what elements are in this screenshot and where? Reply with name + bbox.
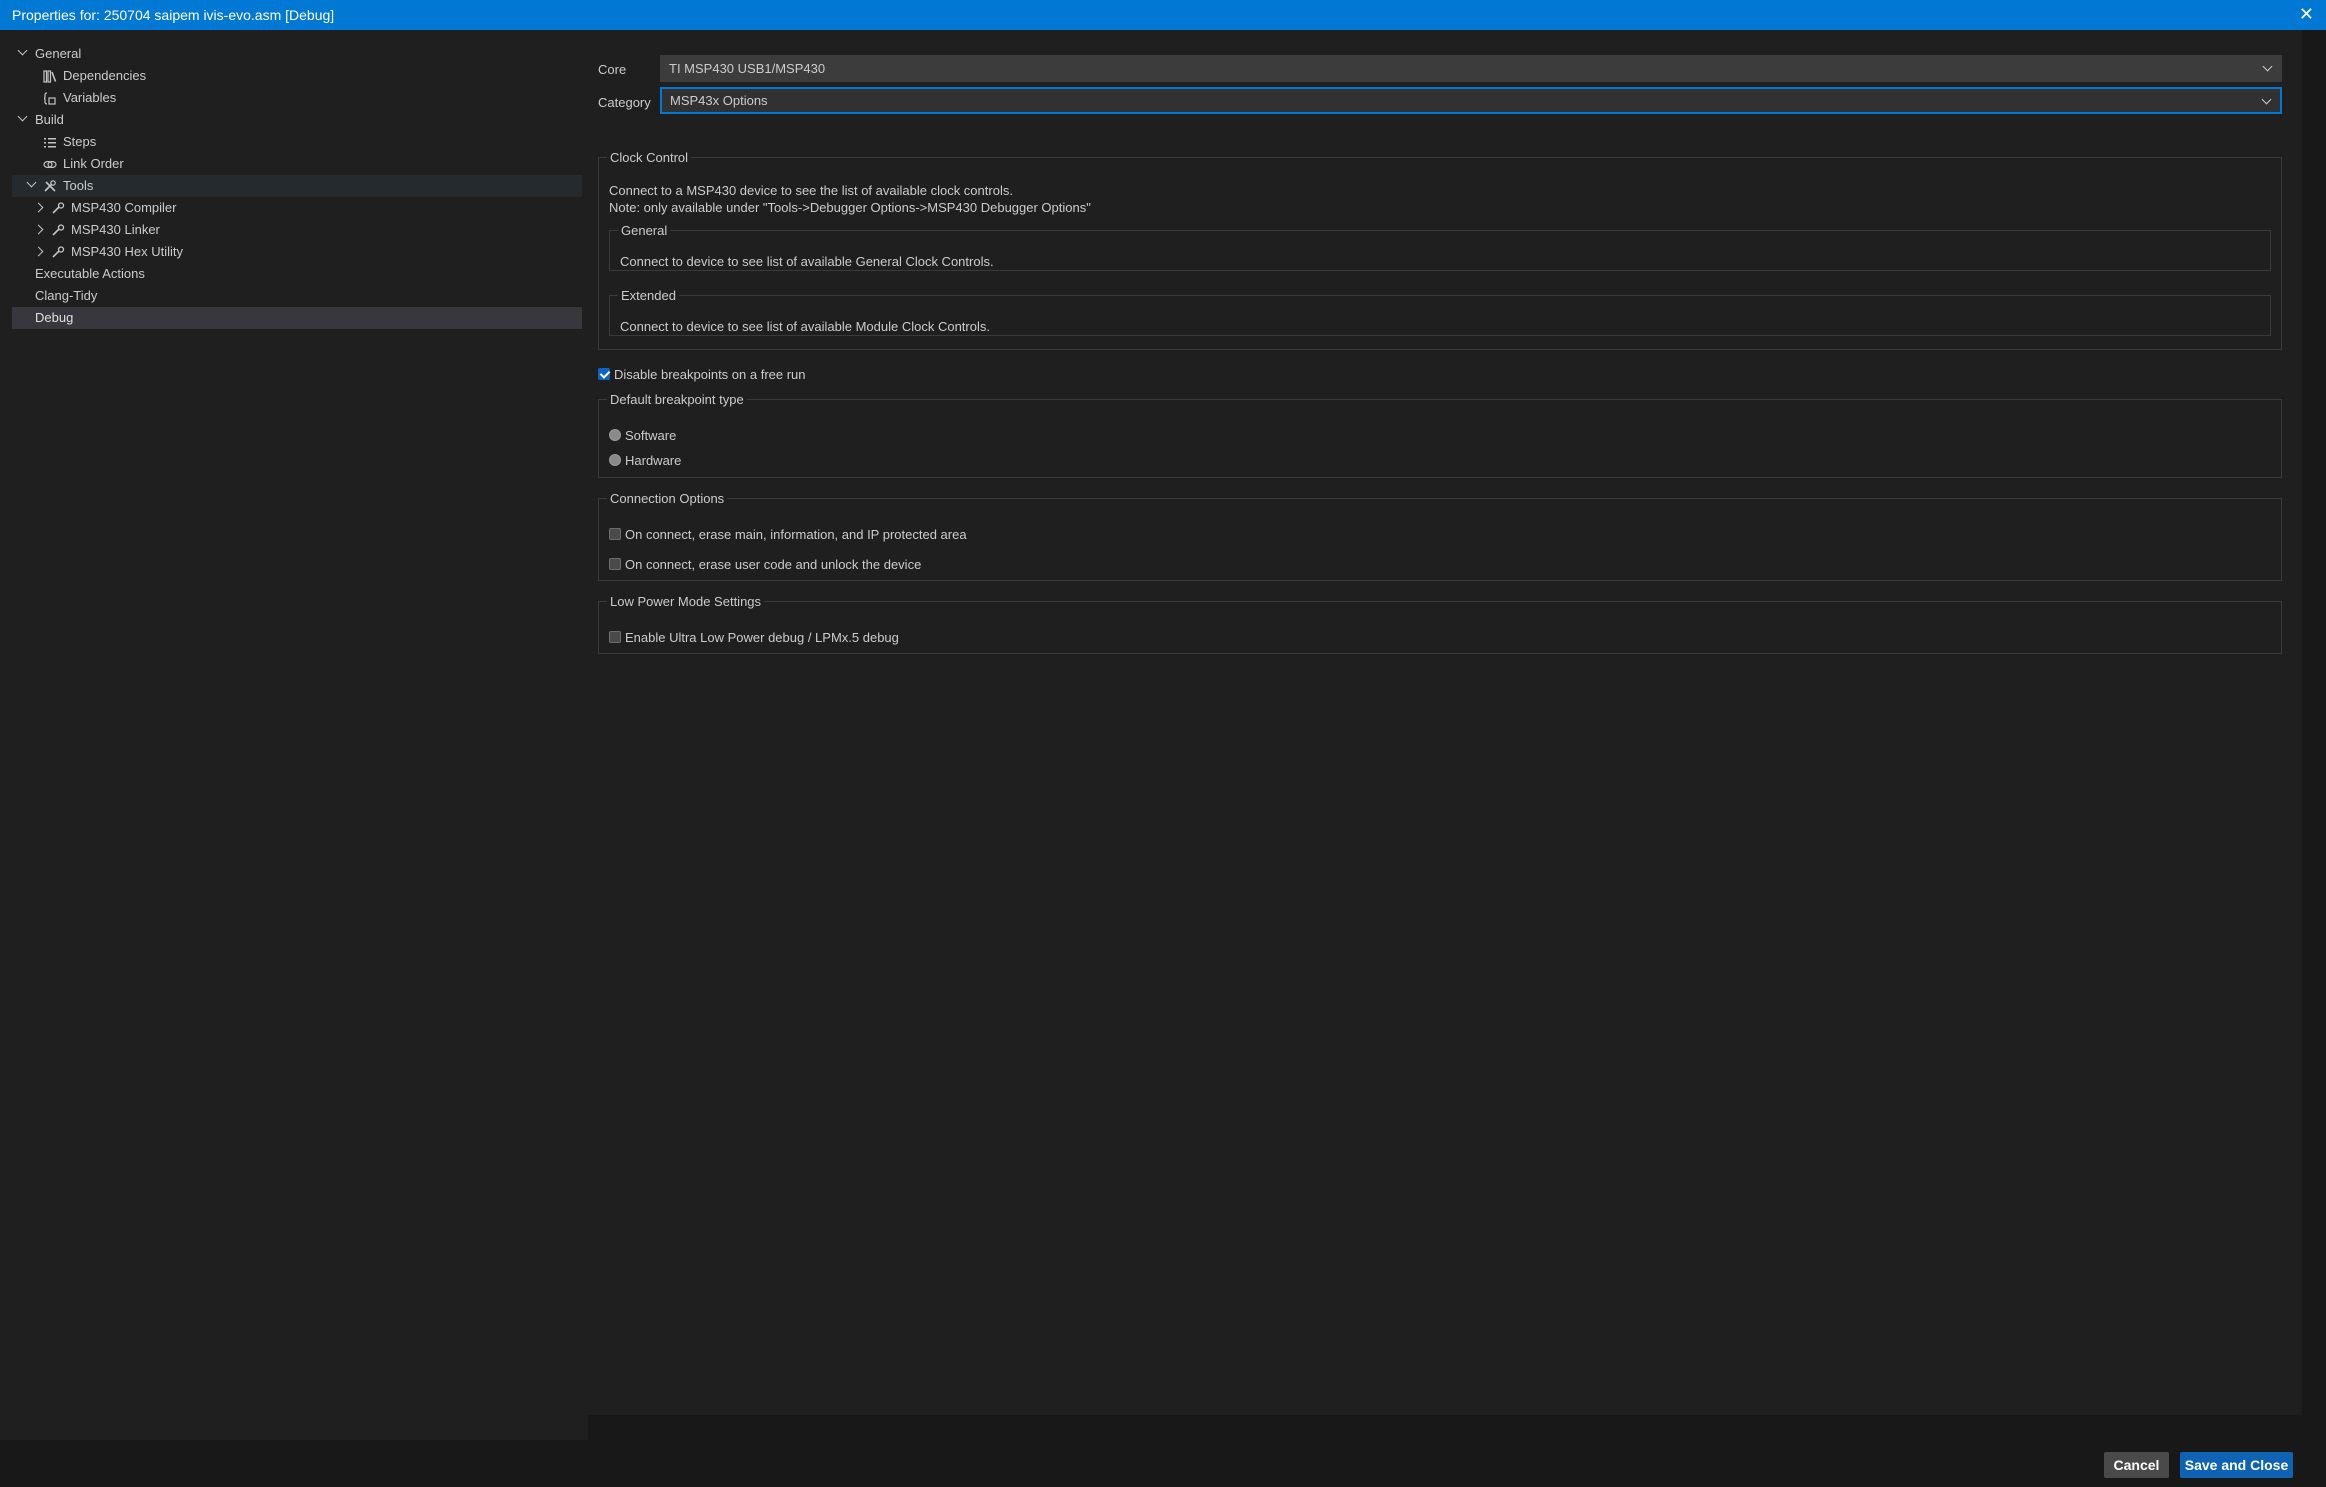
tree-item-label: Build: [35, 112, 64, 127]
clock-general-group: General Connect to device to see list of…: [609, 223, 2271, 271]
disable-breakpoints-checkbox[interactable]: [598, 368, 610, 380]
clock-control-info: Connect to a MSP430 device to see the li…: [609, 183, 1013, 198]
hardware-radio[interactable]: [609, 454, 621, 466]
ulp-debug-label[interactable]: Enable Ultra Low Power debug / LPMx.5 de…: [625, 630, 899, 645]
software-radio[interactable]: [609, 429, 621, 441]
clock-control-legend: Clock Control: [610, 150, 689, 165]
tree-item-label: MSP430 Compiler: [71, 200, 177, 215]
cancel-button[interactable]: Cancel: [2104, 1452, 2169, 1478]
tree-item-clang-tidy[interactable]: Clang-Tidy: [12, 285, 582, 307]
wrench-icon: [52, 246, 65, 258]
clock-general-legend: General: [621, 223, 668, 238]
tree-item-label: Dependencies: [63, 68, 147, 83]
debug-properties-panel: Core TI MSP430 USB1/MSP430 Category MSP4…: [588, 30, 2302, 1415]
sidebar-tree: General Dependencies Variables Build Ste…: [0, 30, 588, 1440]
chevron-down-icon: [2261, 94, 2272, 105]
tree-item-label: Tools: [63, 178, 94, 193]
erase-main-checkbox[interactable]: [609, 528, 621, 540]
connection-options-group: Connection Options On connect, erase mai…: [598, 491, 2282, 581]
tree-item-executable-actions[interactable]: Executable Actions: [12, 263, 582, 285]
chevron-down-icon[interactable]: [17, 45, 28, 56]
chevron-right-icon[interactable]: [33, 246, 44, 257]
clock-extended-legend: Extended: [621, 288, 676, 303]
list-icon: [44, 138, 56, 148]
core-select[interactable]: TI MSP430 USB1/MSP430: [660, 55, 2282, 82]
clock-control-note: Note: only available under "Tools->Debug…: [609, 200, 1091, 215]
link-icon: [43, 160, 57, 169]
chevron-right-icon[interactable]: [33, 224, 44, 235]
chevron-down-icon[interactable]: [26, 177, 37, 188]
category-select-value: MSP43x Options: [670, 93, 768, 108]
tools-icon: [44, 180, 56, 192]
tree-item-label: Debug: [35, 310, 74, 325]
wrench-icon: [52, 202, 65, 214]
variable-icon: [43, 92, 56, 105]
tree-item-label: MSP430 Linker: [71, 222, 160, 237]
hardware-radio-label[interactable]: Hardware: [625, 453, 681, 468]
chevron-down-icon[interactable]: [17, 111, 28, 122]
title-bar: Properties for: 250704 saipem ivis-evo.a…: [0, 0, 2326, 30]
category-label: Category: [598, 95, 651, 110]
breakpoint-type-legend: Default breakpoint type: [610, 392, 744, 407]
tree-item-label: Link Order: [63, 156, 124, 171]
tree-item-label: Clang-Tidy: [35, 288, 98, 303]
dialog-footer: Cancel Save and Close: [0, 1440, 2326, 1487]
tree-item-label: Executable Actions: [35, 266, 145, 281]
tree-item-build[interactable]: Build: [12, 109, 582, 131]
chevron-right-icon[interactable]: [33, 202, 44, 213]
low-power-group: Low Power Mode Settings Enable Ultra Low…: [598, 594, 2282, 654]
scroll-gutter: [2302, 30, 2326, 1440]
connection-options-legend: Connection Options: [610, 491, 725, 506]
clock-extended-text: Connect to device to see list of availab…: [620, 319, 990, 334]
disable-breakpoints-label[interactable]: Disable breakpoints on a free run: [614, 367, 806, 382]
tree-item-link-order[interactable]: Link Order: [12, 153, 582, 175]
close-icon[interactable]: ✕: [2299, 4, 2314, 24]
tree-item-label: General: [35, 46, 82, 61]
erase-main-label[interactable]: On connect, erase main, information, and…: [625, 527, 967, 542]
chevron-down-icon: [2262, 61, 2273, 72]
core-label: Core: [598, 62, 627, 77]
tree-item-variables[interactable]: Variables: [12, 87, 582, 109]
clock-control-group: Clock Control Connect to a MSP430 device…: [598, 150, 2282, 350]
software-radio-label[interactable]: Software: [625, 428, 676, 443]
window-title: Properties for: 250704 saipem ivis-evo.a…: [12, 7, 335, 23]
tree-item-dependencies[interactable]: Dependencies: [12, 65, 582, 87]
low-power-legend: Low Power Mode Settings: [610, 594, 762, 609]
tree-item-tools[interactable]: Tools: [12, 175, 582, 197]
ulp-debug-checkbox[interactable]: [609, 631, 621, 643]
clock-extended-group: Extended Connect to device to see list o…: [609, 288, 2271, 336]
tree-item-label: MSP430 Hex Utility: [71, 244, 183, 259]
tree-item-general[interactable]: General: [12, 43, 582, 65]
tree-item-steps[interactable]: Steps: [12, 131, 582, 153]
wrench-icon: [52, 224, 65, 236]
library-icon: [43, 70, 57, 83]
tree-item-msp430-hex-utility[interactable]: MSP430 Hex Utility: [12, 241, 582, 263]
tree-item-label: Variables: [63, 90, 117, 105]
clock-general-text: Connect to device to see list of availab…: [620, 254, 994, 269]
save-and-close-button[interactable]: Save and Close: [2180, 1452, 2293, 1478]
tree-item-label: Steps: [63, 134, 97, 149]
breakpoint-type-group: Default breakpoint type Software Hardwar…: [598, 392, 2282, 478]
tree-item-msp430-linker[interactable]: MSP430 Linker: [12, 219, 582, 241]
erase-user-code-label[interactable]: On connect, erase user code and unlock t…: [625, 557, 921, 572]
erase-user-code-checkbox[interactable]: [609, 558, 621, 570]
core-select-value: TI MSP430 USB1/MSP430: [669, 61, 826, 76]
category-select[interactable]: MSP43x Options: [660, 87, 2282, 114]
tree-item-msp430-compiler[interactable]: MSP430 Compiler: [12, 197, 582, 219]
tree-item-debug[interactable]: Debug: [12, 307, 582, 329]
